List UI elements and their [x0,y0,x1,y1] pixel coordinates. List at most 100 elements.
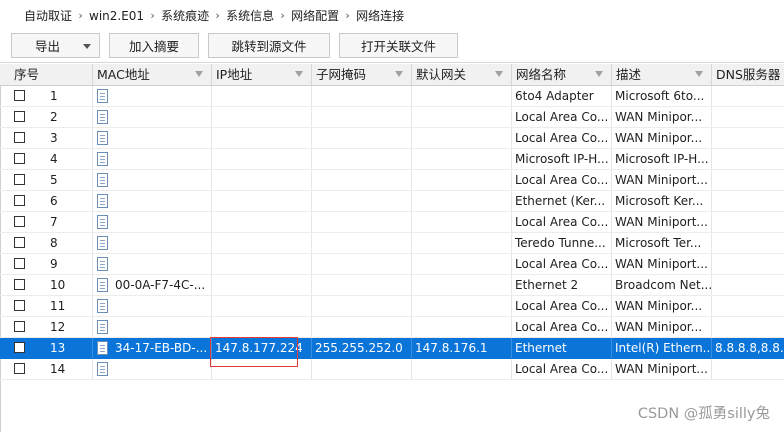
cell-ip [212,191,312,211]
table-row[interactable]: 8 Teredo Tunne... Microsoft Ter... [0,233,784,254]
breadcrumb-item[interactable]: 系统信息 [226,7,274,24]
row-checkbox[interactable] [14,279,25,290]
export-dropdown-button[interactable]: 导出 [11,33,100,58]
table-row[interactable]: 5 Local Area Co... WAN Miniport... [0,170,784,191]
row-checkbox[interactable] [14,258,25,269]
cell-index: 8 [10,233,93,253]
row-number: 7 [50,215,58,229]
row-number: 5 [50,173,58,187]
document-icon[interactable] [97,173,108,187]
column-header-network-name[interactable]: 网络名称 [512,64,612,85]
chevron-right-icon: › [280,9,285,22]
cell-mac [93,359,212,379]
breadcrumb-item[interactable]: 系统痕迹 [161,7,209,24]
table-row[interactable]: 11 Local Area Co... WAN Minipor... [0,296,784,317]
open-related-file-button[interactable]: 打开关联文件 [339,33,458,58]
document-icon[interactable] [97,278,108,292]
filter-icon[interactable] [595,71,603,77]
column-header-index[interactable]: 序号 [10,64,93,85]
document-icon[interactable] [97,257,108,271]
row-checkbox[interactable] [14,195,25,206]
cell-gateway [412,317,512,337]
cell-mask [312,233,412,253]
row-checkbox[interactable] [14,132,25,143]
document-icon[interactable] [97,341,108,355]
cell-desc: Microsoft Ter... [612,233,712,253]
cell-desc: WAN Miniport... [612,212,712,232]
row-checkbox[interactable] [14,216,25,227]
filter-icon[interactable] [395,71,403,77]
row-checkbox[interactable] [14,111,25,122]
document-icon[interactable] [97,131,108,145]
table-row[interactable]: 12 Local Area Co... WAN Minipor... [0,317,784,338]
filter-icon[interactable] [695,71,703,77]
table-row[interactable]: 14 Local Area Co... WAN Miniport... [0,359,784,380]
document-icon[interactable] [97,152,108,166]
document-icon[interactable] [97,362,108,376]
cell-index: 10 [10,275,93,295]
table-row[interactable]: 1 6to4 Adapter Microsoft 6to... [0,86,784,107]
cell-gateway [412,233,512,253]
table-row[interactable]: 4 Microsoft IP-H... Microsoft IP-H... [0,149,784,170]
table-row[interactable]: 9 Local Area Co... WAN Miniport... [0,254,784,275]
column-header-ip[interactable]: IP地址 [212,64,312,85]
mac-address-text: 34-17-EB-BD-... [115,341,208,355]
breadcrumb-item[interactable]: win2.E01 [89,9,144,23]
table-row[interactable]: 10 00-0A-F7-4C-... Ethernet 2 Broadcom Net.… [0,275,784,296]
row-checkbox[interactable] [14,174,25,185]
breadcrumb-item[interactable]: 自动取证 [24,7,72,24]
cell-ip [212,107,312,127]
breadcrumb-item[interactable]: 网络配置 [291,7,339,24]
cell-dns [712,128,784,148]
cell-dns [712,107,784,127]
table-row[interactable]: 3 Local Area Co... WAN Minipor... [0,128,784,149]
cell-ip [212,212,312,232]
table-header: 序号 MAC地址 IP地址 子网掩码 默认网关 网络名称 描述 DNS服务器 [0,64,784,86]
table-row[interactable]: 6 Ethernet (Ker... Microsoft Ker... [0,191,784,212]
add-summary-button[interactable]: 加入摘要 [109,33,199,58]
column-header-subnet-mask[interactable]: 子网掩码 [312,64,412,85]
column-header-dns[interactable]: DNS服务器 [712,64,784,85]
column-header-mac[interactable]: MAC地址 [93,64,212,85]
document-icon[interactable] [97,110,108,124]
filter-icon[interactable] [295,71,303,77]
document-icon[interactable] [97,89,108,103]
row-number: 4 [50,152,58,166]
cell-dns [712,275,784,295]
row-checkbox[interactable] [14,90,25,101]
row-checkbox[interactable] [14,237,25,248]
table-row[interactable]: 7 Local Area Co... WAN Miniport... [0,212,784,233]
cell-mask: 255.255.252.0 [312,338,412,358]
cell-mac [93,254,212,274]
row-checkbox[interactable] [14,342,25,353]
cell-gateway [412,275,512,295]
row-checkbox[interactable] [14,363,25,374]
cell-mask [312,296,412,316]
row-number: 1 [50,89,58,103]
document-icon[interactable] [97,236,108,250]
breadcrumb-item-current[interactable]: 网络连接 [356,7,404,24]
column-header-gateway[interactable]: 默认网关 [412,64,512,85]
cell-gateway [412,107,512,127]
column-header-description[interactable]: 描述 [612,64,712,85]
cell-name: Local Area Co... [512,296,612,316]
document-icon[interactable] [97,194,108,208]
document-icon[interactable] [97,299,108,313]
cell-gateway: 147.8.176.1 [412,338,512,358]
filter-icon[interactable] [495,71,503,77]
jump-to-source-button[interactable]: 跳转到源文件 [208,33,330,58]
table-row[interactable]: 2 Local Area Co... WAN Minipor... [0,107,784,128]
cell-name: Ethernet 2 [512,275,612,295]
cell-desc: WAN Minipor... [612,296,712,316]
document-icon[interactable] [97,215,108,229]
cell-index: 6 [10,191,93,211]
cell-dns [712,359,784,379]
table-row[interactable]: 13 34-17-EB-BD-... 147.8.177.224 255.255.25… [0,338,784,359]
cell-dns [712,191,784,211]
row-checkbox[interactable] [14,300,25,311]
row-checkbox[interactable] [14,153,25,164]
cell-mac [93,212,212,232]
row-checkbox[interactable] [14,321,25,332]
filter-icon[interactable] [195,71,203,77]
document-icon[interactable] [97,320,108,334]
